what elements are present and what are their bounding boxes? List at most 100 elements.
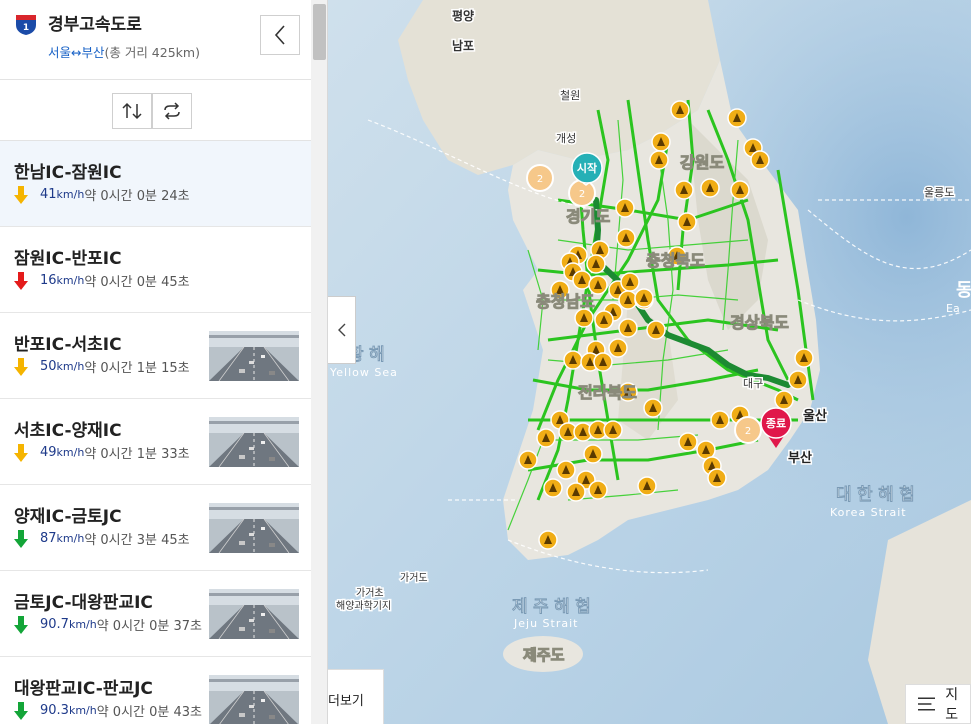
cctv-image xyxy=(209,589,299,639)
incident-marker[interactable] xyxy=(670,100,690,120)
incident-marker[interactable] xyxy=(556,460,576,480)
label-jeju-strait: 제 주 해 협 xyxy=(512,597,591,617)
refresh-button[interactable] xyxy=(152,93,192,129)
label-kaesong: 개성 xyxy=(556,132,576,145)
segment-info: 50km/h 약 0시간 1분 15초 xyxy=(14,357,190,376)
incident-marker[interactable] xyxy=(588,480,608,500)
cctv-image xyxy=(209,503,299,553)
incident-marker[interactable] xyxy=(730,180,750,200)
incident-marker[interactable] xyxy=(594,310,614,330)
cctv-thumbnail[interactable] xyxy=(209,503,299,553)
map-legend-button[interactable]: 지도 xyxy=(905,684,971,724)
incident-marker[interactable] xyxy=(603,420,623,440)
traffic-arrow-icon xyxy=(14,615,28,634)
panel-scrollbar[interactable] xyxy=(311,0,327,724)
segment-row[interactable]: 대왕판교IC-판교JC 90.3km/h 약 0시간 0분 43초 xyxy=(0,657,311,724)
cctv-thumbnail[interactable] xyxy=(209,331,299,381)
incident-marker[interactable] xyxy=(649,150,669,170)
cctv-image xyxy=(209,331,299,381)
incident-marker[interactable] xyxy=(774,390,794,410)
cctv-image xyxy=(209,417,299,467)
incident-marker[interactable] xyxy=(563,350,583,370)
map-canvas[interactable]: 2 2 2 시작 종료 평양 남포 철원 개성 강원도 경기도 충청북도 충청남… xyxy=(328,0,971,724)
refresh-icon xyxy=(164,102,180,120)
incident-marker[interactable] xyxy=(634,288,654,308)
segment-row[interactable]: 금토JC-대왕판교IC 90.7km/h 약 0시간 0분 37초 xyxy=(0,571,311,657)
cctv-thumbnail[interactable] xyxy=(209,589,299,639)
label-jeju-strait-en: Jeju Strait xyxy=(513,617,578,630)
segment-name: 대왕판교IC-판교JC xyxy=(14,679,153,699)
scrollbar-thumb[interactable] xyxy=(313,4,326,60)
incident-marker[interactable] xyxy=(794,348,814,368)
incident-marker[interactable] xyxy=(608,338,628,358)
back-button[interactable] xyxy=(260,15,300,55)
incident-marker[interactable] xyxy=(518,450,538,470)
incident-marker[interactable] xyxy=(727,108,747,128)
svg-text:해양과학기지: 해양과학기지 xyxy=(336,599,391,612)
segment-row[interactable]: 잠원IC-반포IC 16km/h 약 0시간 0분 45초 xyxy=(0,227,311,313)
incident-marker[interactable] xyxy=(788,370,808,390)
end-marker-label: 종료 xyxy=(766,417,786,430)
label-yellow-sea-en: Yellow Sea xyxy=(329,366,398,379)
label-ulsan: 울산 xyxy=(803,408,827,424)
incident-marker[interactable] xyxy=(651,132,671,152)
segment-name: 양재IC-금토JC xyxy=(14,507,122,527)
incident-marker[interactable] xyxy=(574,308,594,328)
incident-marker[interactable] xyxy=(707,468,727,488)
incident-marker[interactable] xyxy=(710,410,730,430)
segment-info: 41km/h 약 0시간 0분 24초 xyxy=(14,185,190,204)
incident-marker[interactable] xyxy=(700,178,720,198)
incident-marker[interactable] xyxy=(620,272,640,292)
traffic-arrow-icon xyxy=(14,443,28,462)
collapse-panel-button[interactable] xyxy=(328,296,356,364)
start-marker-label: 시작 xyxy=(577,161,597,175)
incident-marker[interactable] xyxy=(643,398,663,418)
incident-marker[interactable] xyxy=(538,530,558,550)
segment-row[interactable]: 서초IC-양재IC 49km/h 약 0시간 1분 33초 xyxy=(0,399,311,485)
incident-marker[interactable] xyxy=(586,254,606,274)
traffic-map[interactable]: 2 2 2 시작 종료 평양 남포 철원 개성 강원도 경기도 충청북도 충청남… xyxy=(328,0,971,724)
incident-marker[interactable] xyxy=(572,270,592,290)
segment-name: 반포IC-서초IC xyxy=(14,335,122,355)
incident-marker[interactable] xyxy=(678,432,698,452)
segment-name: 잠원IC-반포IC xyxy=(14,249,122,269)
cctv-thumbnail[interactable] xyxy=(209,417,299,467)
incident-marker[interactable] xyxy=(618,318,638,338)
segment-row[interactable]: 한남IC-잠원IC 41km/h 약 0시간 0분 24초 xyxy=(0,141,311,227)
road-title: 경부고속도로 xyxy=(48,15,142,35)
label-gyeonggi: 경기도 xyxy=(566,207,610,226)
incident-marker[interactable] xyxy=(674,180,694,200)
segment-row[interactable]: 반포IC-서초IC 50km/h 약 0시간 1분 15초 xyxy=(0,313,311,399)
incident-marker[interactable] xyxy=(593,352,613,372)
incident-marker[interactable] xyxy=(750,150,770,170)
label-daegu: 대구 xyxy=(743,377,763,390)
label-jeonbuk: 전라북도 xyxy=(578,383,637,402)
route-panel: 1 경부고속도로 서울↔부산(총 거리 425km) 한남IC-잠원IC 41km… xyxy=(0,0,328,724)
label-pyongyang: 평양 xyxy=(452,8,474,23)
segment-travel-time: 약 0시간 0분 43초 xyxy=(96,705,202,720)
incident-marker[interactable] xyxy=(583,444,603,464)
incident-marker[interactable] xyxy=(566,482,586,502)
incident-marker[interactable] xyxy=(637,476,657,496)
incident-marker[interactable] xyxy=(677,212,697,232)
segment-row[interactable]: 양재IC-금토JC 87km/h 약 0시간 3분 45초 xyxy=(0,485,311,571)
segment-info: 49km/h 약 0시간 1분 33초 xyxy=(14,443,190,462)
incident-marker[interactable] xyxy=(615,198,635,218)
label-gyeongbuk: 경상북도 xyxy=(730,313,789,332)
segment-name: 서초IC-양재IC xyxy=(14,421,122,441)
segment-speed: 16km/h xyxy=(40,273,85,288)
incident-marker[interactable] xyxy=(646,320,666,340)
incident-marker[interactable] xyxy=(543,478,563,498)
label-jeju: 제주도 xyxy=(523,646,565,664)
segment-name: 금토JC-대왕판교IC xyxy=(14,593,153,613)
more-button[interactable]: 더보기 xyxy=(328,669,384,724)
swap-arrows-icon xyxy=(122,102,142,120)
swap-direction-button[interactable] xyxy=(112,93,152,129)
segment-travel-time: 약 0시간 3분 45초 xyxy=(84,533,190,548)
cctv-thumbnail[interactable] xyxy=(209,675,299,724)
label-korea-strait-en: Korea Strait xyxy=(830,506,907,519)
segment-info: 90.7km/h 약 0시간 0분 37초 xyxy=(14,615,202,634)
route-summary: 서울↔부산(총 거리 425km) xyxy=(48,42,200,61)
incident-marker[interactable] xyxy=(536,428,556,448)
incident-marker[interactable] xyxy=(616,228,636,248)
